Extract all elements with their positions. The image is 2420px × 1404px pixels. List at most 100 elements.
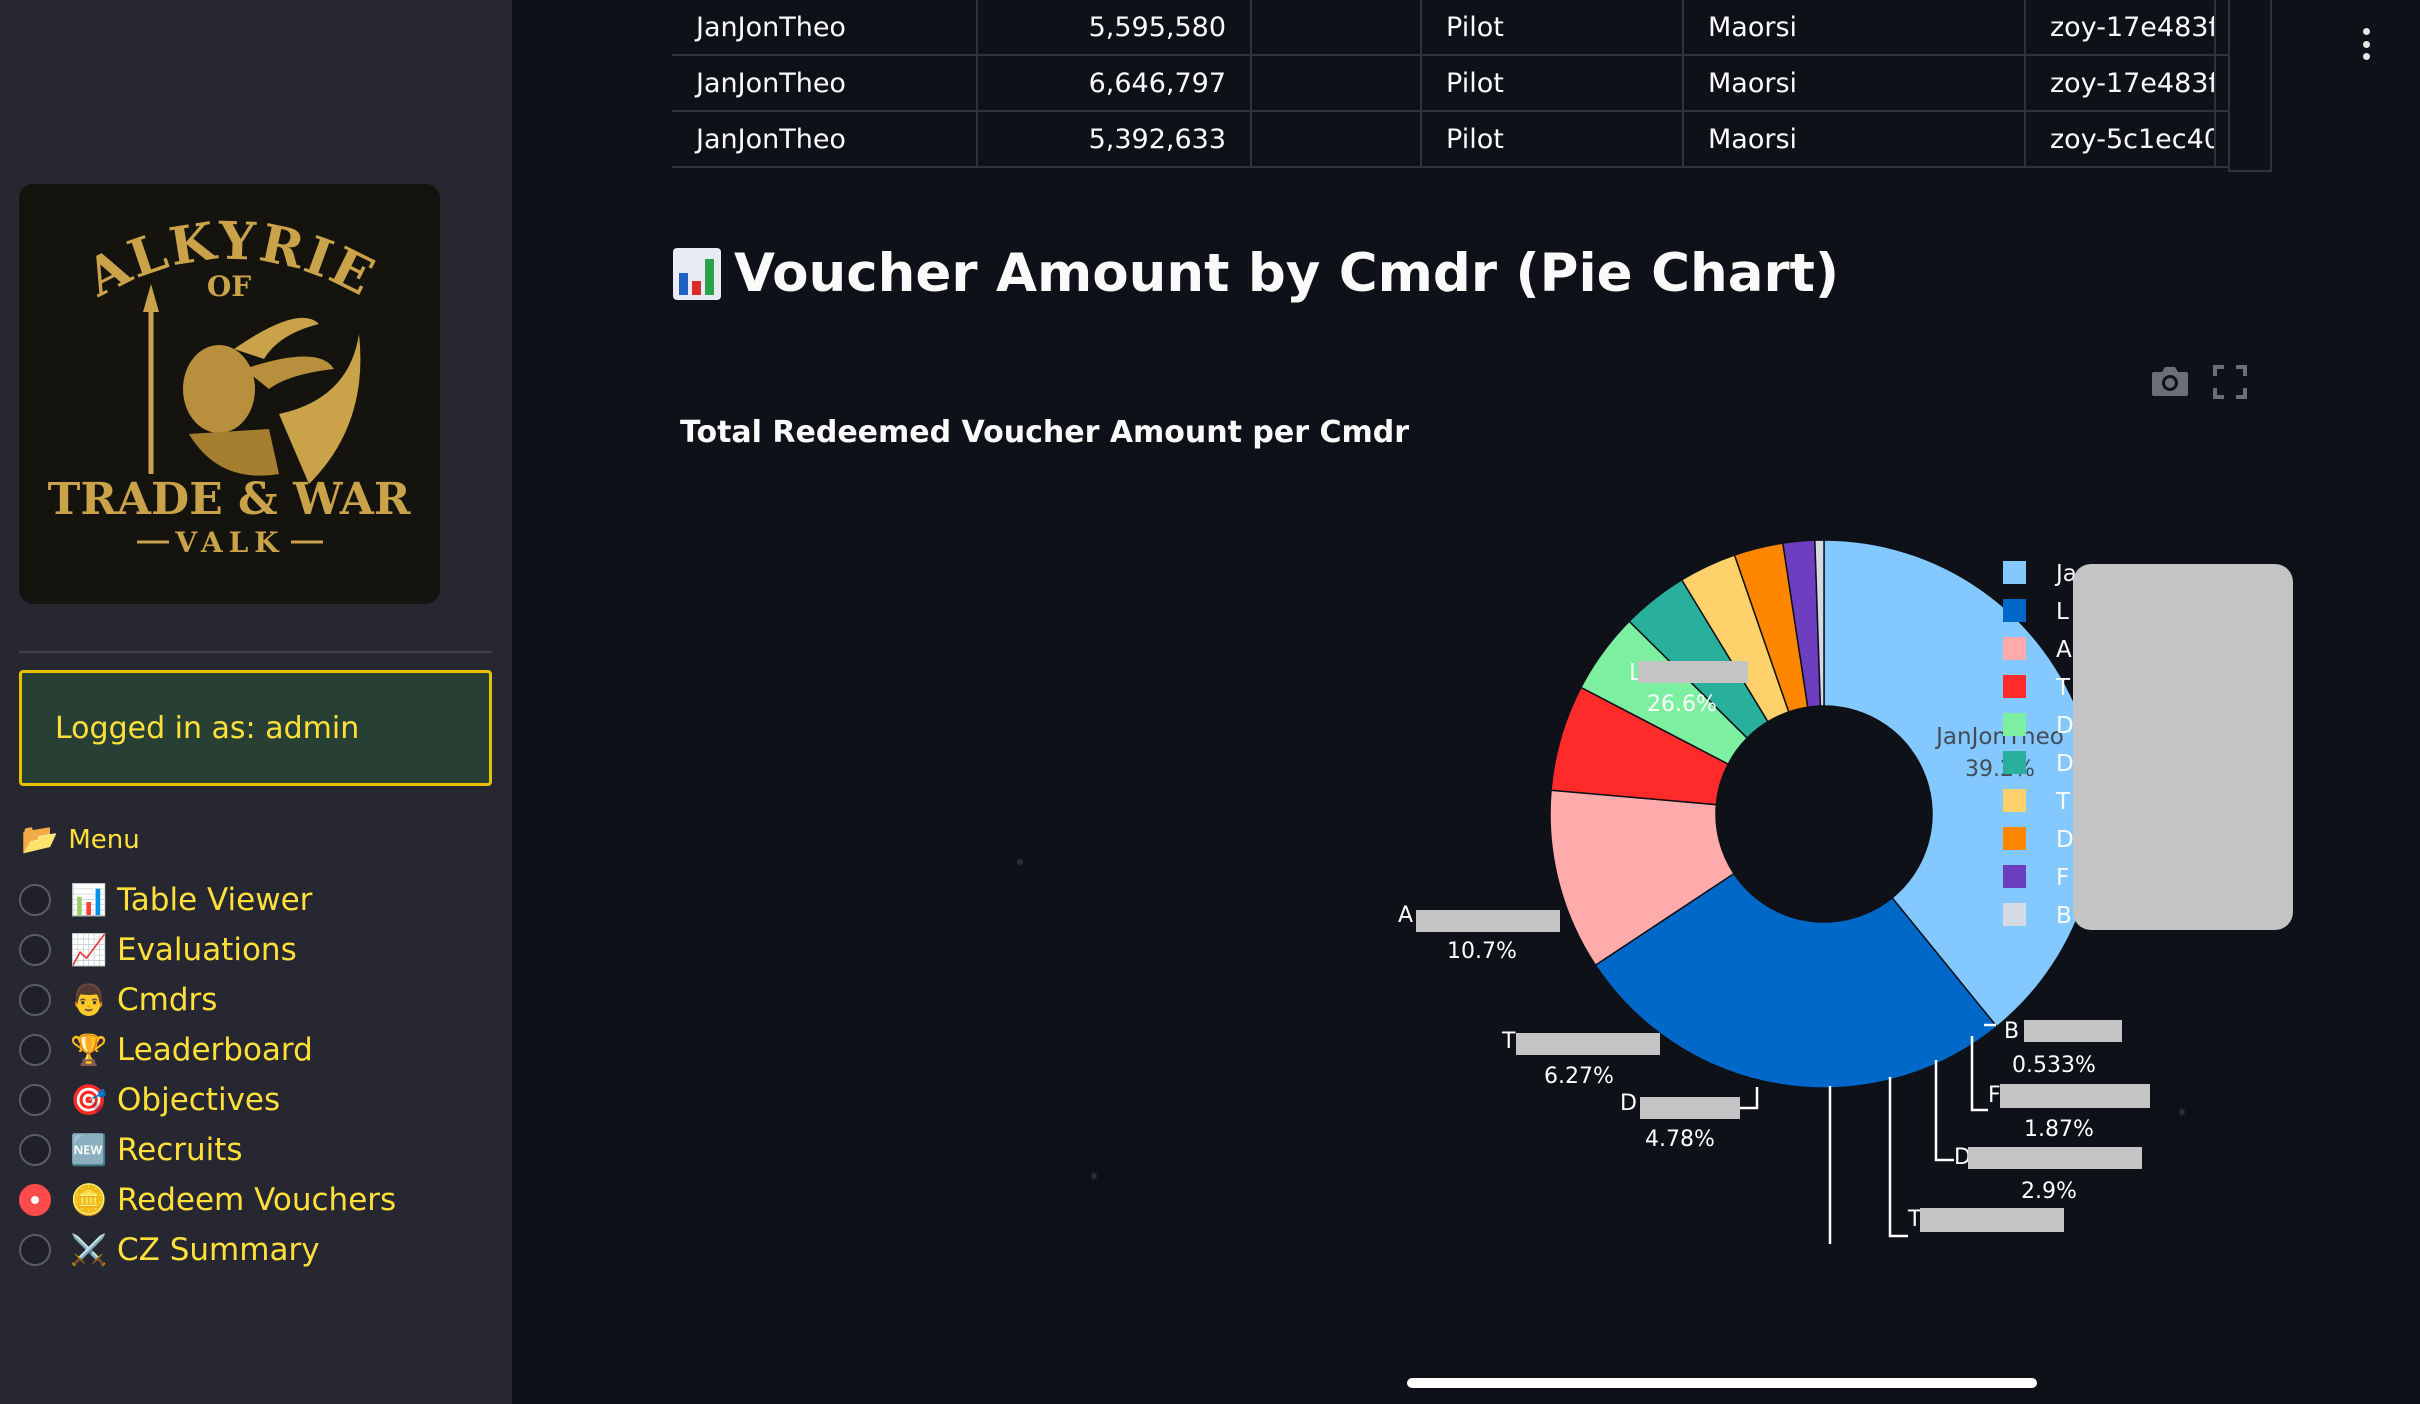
camera-icon[interactable]	[2150, 364, 2190, 398]
slice-label-redaction	[1416, 910, 1560, 932]
slice-connector	[1970, 1036, 1988, 1112]
table-row[interactable]: JanJonTheo 5,392,633 Pilot Maorsi zoy-5c1ec4…	[672, 112, 2272, 168]
table-cell: Maorsi	[1684, 0, 2026, 54]
table-scroll-edge	[2228, 0, 2272, 172]
slice-label-redaction	[1968, 1147, 2142, 1169]
menu-item-label: CZ Summary	[117, 1232, 320, 1268]
table-cell: Pilot	[1422, 56, 1684, 110]
menu-header: 📂 Menu	[21, 822, 140, 857]
login-status-text: Logged in as: admin	[55, 711, 360, 746]
folder-icon: 📂	[21, 822, 59, 857]
legend-swatch[interactable]	[2003, 637, 2026, 660]
legend-swatch[interactable]	[2003, 903, 2026, 926]
legend-swatch[interactable]	[2003, 865, 2026, 888]
menu-radio[interactable]	[19, 1084, 51, 1116]
horizontal-scrollbar[interactable]	[1407, 1378, 2037, 1388]
table-cell: 5,595,580	[978, 0, 1252, 54]
slice-label-redaction	[1640, 1097, 1740, 1119]
logo-line-3: TRADE & WAR	[48, 474, 411, 525]
slice-percent-label: 2.9%	[2021, 1179, 2077, 1204]
table-cell: zoy-17e483fc9c	[2026, 0, 2216, 54]
menu-item-label: Redeem Vouchers	[117, 1182, 397, 1218]
slice-connector	[1888, 1077, 1908, 1238]
slice-percent-label: 1.87%	[2024, 1117, 2094, 1142]
legend-swatch[interactable]	[2003, 713, 2026, 736]
table-cell	[1252, 0, 1422, 54]
legend-redaction	[2073, 564, 2293, 930]
menu-title: Menu	[68, 824, 140, 855]
menu-emoji-icon: 🪙	[70, 1182, 108, 1218]
slice-name-label: F	[1988, 1083, 2001, 1108]
legend-swatch[interactable]	[2003, 675, 2026, 698]
chart-title: Total Redeemed Voucher Amount per Cmdr	[680, 415, 1410, 450]
section-title: Voucher Amount by Cmdr (Pie Chart)	[672, 243, 1839, 304]
table-cell: Pilot	[1422, 0, 1684, 54]
slice-name-label: T	[1907, 1207, 1922, 1232]
background-dot	[1017, 859, 1023, 865]
menu-item-leaderboard[interactable]: 🏆 Leaderboard	[19, 1028, 313, 1072]
sidebar-divider	[19, 651, 492, 653]
svg-text:VALKYRIES: VALKYRIES	[19, 184, 385, 309]
menu-item-label: Objectives	[117, 1082, 281, 1118]
slice-connector	[1740, 1087, 1759, 1110]
main-menu-kebab-icon[interactable]	[2360, 28, 2372, 60]
menu-radio[interactable]	[19, 1184, 51, 1216]
menu-item-redeem-vouchers[interactable]: 🪙 Redeem Vouchers	[19, 1178, 396, 1222]
table-cell: JanJonTheo	[672, 0, 978, 54]
slice-label-redaction	[1920, 1208, 2064, 1232]
menu-item-label: Recruits	[117, 1132, 243, 1168]
bar-chart-icon	[673, 247, 721, 300]
logo-line-2: OF	[207, 270, 251, 303]
background-dot	[2179, 1109, 2185, 1115]
menu-item-evaluations[interactable]: 📈 Evaluations	[19, 928, 297, 972]
menu-radio[interactable]	[19, 984, 51, 1016]
legend-swatch[interactable]	[2003, 751, 2026, 774]
menu-radio[interactable]	[19, 1134, 51, 1166]
slice-name-label: B	[2004, 1019, 2019, 1044]
legend-swatch[interactable]	[2003, 789, 2026, 812]
legend-swatch[interactable]	[2003, 599, 2026, 622]
menu-radio[interactable]	[19, 1234, 51, 1266]
table-row[interactable]: JanJonTheo 6,646,797 Pilot Maorsi zoy-17e483…	[672, 56, 2272, 112]
table-cell	[1252, 56, 1422, 110]
slice-name-label: D	[1620, 1091, 1637, 1116]
table-row[interactable]: JanJonTheo 5,595,580 Pilot Maorsi zoy-17e483…	[672, 0, 2272, 56]
fullscreen-icon[interactable]	[2212, 364, 2248, 400]
background-dot	[1091, 1173, 1097, 1179]
menu-emoji-icon: 🏆	[70, 1032, 108, 1068]
menu-emoji-icon: 📈	[70, 932, 108, 968]
table-cell: 6,646,797	[978, 56, 1252, 110]
slice-label-redaction	[2000, 1084, 2150, 1108]
table-cell: Maorsi	[1684, 112, 2026, 166]
legend-label[interactable]: A	[2056, 637, 2072, 663]
legend-label[interactable]: L	[2056, 599, 2069, 625]
menu-item-cz-summary[interactable]: ⚔️ CZ Summary	[19, 1228, 320, 1272]
data-table[interactable]: JanJonTheo 5,595,580 Pilot Maorsi zoy-17e483…	[672, 0, 2272, 172]
menu-item-label: Leaderboard	[117, 1032, 313, 1068]
table-cell	[1252, 112, 1422, 166]
logo: VALKYRIES OF TRADE & WAR VALK	[19, 184, 440, 604]
menu-emoji-icon: 🆕	[70, 1132, 108, 1168]
main-content: JanJonTheo 5,595,580 Pilot Maorsi zoy-17e483…	[512, 0, 2420, 1404]
valkyrie-emblem-icon: VALKYRIES OF TRADE & WAR VALK	[19, 184, 411, 559]
legend-swatch[interactable]	[2003, 561, 2026, 584]
logo-line-1: VALKYRIES	[19, 184, 383, 309]
menu-radio[interactable]	[19, 934, 51, 966]
slice-label-redaction	[1516, 1033, 1660, 1055]
login-status-box: Logged in as: admin	[19, 670, 492, 786]
menu-emoji-icon: ⚔️	[70, 1232, 108, 1268]
table-cell: zoy-5c1ec4048	[2026, 112, 2216, 166]
menu-item-objectives[interactable]: 🎯 Objectives	[19, 1078, 280, 1122]
slice-percent-label: 6.27%	[1544, 1064, 1614, 1089]
menu-item-cmdrs[interactable]: 👨 Cmdrs	[19, 978, 217, 1022]
legend-swatch[interactable]	[2003, 827, 2026, 850]
menu-radio[interactable]	[19, 884, 51, 916]
slice-name-label: A	[1398, 903, 1413, 928]
slice-connector	[1934, 1060, 1954, 1162]
menu-radio[interactable]	[19, 1034, 51, 1066]
menu-item-recruits[interactable]: 🆕 Recruits	[19, 1128, 243, 1172]
sidebar: VALKYRIES OF TRADE & WAR VALK Logged in …	[0, 0, 512, 1404]
slice-name-label: T	[1501, 1029, 1516, 1054]
menu-item-table-viewer[interactable]: 📊 Table Viewer	[19, 878, 312, 922]
table-cell: Pilot	[1422, 112, 1684, 166]
